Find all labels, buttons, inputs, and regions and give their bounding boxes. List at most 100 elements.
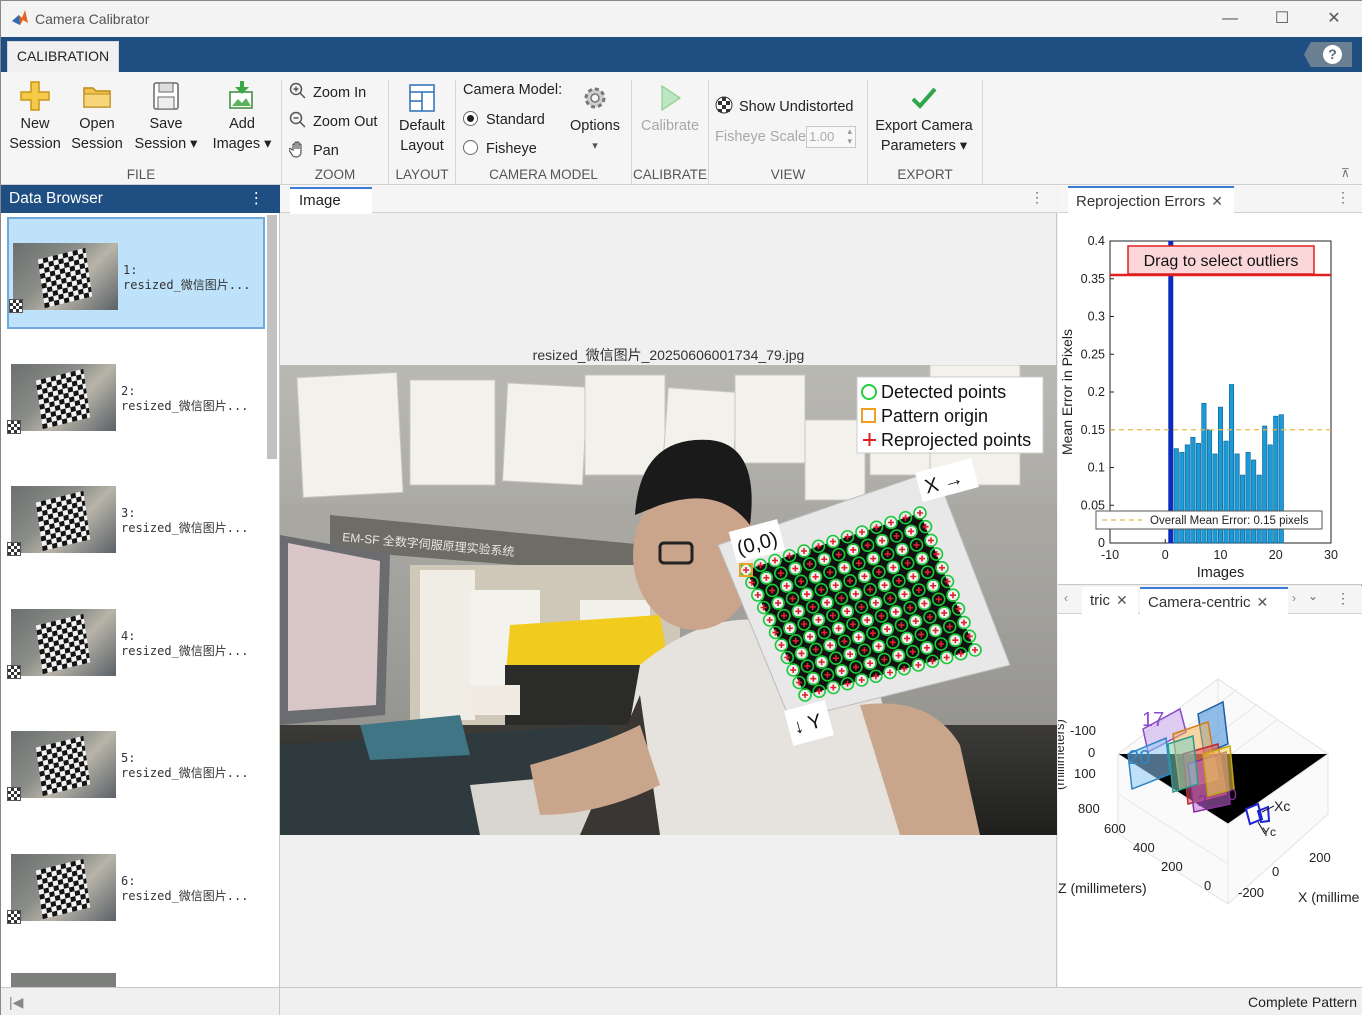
thumbnail-image (11, 853, 116, 921)
tab-reprojection-errors[interactable]: Reprojection Errors ✕ (1068, 186, 1234, 213)
export-camera-parameters-button[interactable]: Export Camera Parameters ▾ (871, 82, 977, 156)
close-icon[interactable]: ✕ (1257, 594, 1269, 610)
section-label-file: FILE (126, 167, 156, 182)
error-bar (1168, 240, 1174, 544)
new-session-icon (20, 81, 50, 111)
list-item[interactable]: 4: resized_微信图片... (7, 585, 265, 697)
new-session-button[interactable]: New Session (5, 80, 65, 154)
y-axis-label: (millimeters) (1058, 719, 1067, 790)
fisheye-scale-stepper[interactable]: 1.00 (806, 126, 857, 148)
list-item[interactable]: 6: resized_微信图片... (7, 830, 265, 942)
image-menu-icon[interactable]: ⋮ (1030, 189, 1044, 206)
list-item-name: resized_微信图片... (121, 766, 249, 780)
list-item[interactable]: 3: resized_微信图片... (7, 462, 265, 574)
list-item[interactable]: 2: resized_微信图片... (7, 340, 265, 452)
help-icon: ? (1323, 45, 1342, 64)
add-images-icon (229, 81, 253, 109)
zoom-in-button[interactable]: Zoom In (289, 82, 366, 101)
extrinsics-menu-icon[interactable]: ⋮ (1336, 590, 1350, 607)
checkerboard-icon (9, 299, 23, 313)
frame-label: 20 (1128, 747, 1150, 769)
zoom-out-button[interactable]: Zoom Out (289, 111, 377, 130)
toolstrip: New Session Open Session Save Session ▾ … (1, 72, 1362, 185)
scrollbar[interactable] (267, 215, 277, 459)
collapse-ribbon-icon[interactable]: ⊼ (1341, 166, 1350, 180)
maximize-icon[interactable]: ☐ (1267, 7, 1297, 31)
minimize-icon[interactable]: — (1215, 7, 1245, 31)
pan-button[interactable]: Pan (289, 140, 339, 159)
y-tick: 0 (1088, 745, 1095, 760)
list-item-label: 5: resized_微信图片... (121, 751, 248, 781)
tab-calibration[interactable]: CALIBRATION (7, 41, 119, 72)
zoom-in-icon (289, 82, 306, 99)
close-icon[interactable]: ✕ (1116, 592, 1128, 608)
thumbnail-image (11, 363, 116, 431)
checkerboard (35, 613, 91, 674)
fisheye-radio[interactable]: Fisheye (463, 140, 537, 157)
camera-axis-label: Xc (1274, 798, 1290, 814)
tab-pattern-centric[interactable]: tric ✕ (1082, 587, 1138, 614)
add-images-label-2: Images ▾ (212, 136, 272, 152)
legend-detected-points: Detected points (881, 382, 1006, 402)
list-item-index: 3: (121, 506, 136, 520)
y-tick-label: 0.05 (1081, 498, 1105, 512)
checkerboard (35, 735, 91, 797)
x-tick: 200 (1309, 850, 1331, 865)
list-item-name: resized_微信图片... (121, 521, 249, 535)
checkerboard-icon (7, 664, 21, 679)
checkerboard (37, 247, 93, 309)
status-text: Complete Pattern (1248, 994, 1357, 1010)
chevron-left-icon[interactable]: ‹ (1064, 591, 1068, 605)
options-button[interactable]: Options ▾ (565, 82, 625, 156)
status-bar: |◀ Complete Pattern (1, 987, 1362, 1015)
collapse-panel-icon[interactable]: |◀ (9, 994, 23, 1011)
checkerboard-icon (715, 96, 733, 114)
outlier-drag-label: Drag to select outliers (1144, 253, 1299, 270)
open-session-button[interactable]: Open Session (67, 80, 127, 154)
list-item[interactable]: 1: resized_微信图片... (7, 217, 265, 329)
fisheye-scale-label: Fisheye Scale (715, 128, 807, 145)
save-session-button[interactable]: Save Session ▾ (129, 80, 203, 154)
show-undistorted-button[interactable]: Show Undistorted (715, 96, 853, 115)
z-tick: 400 (1133, 840, 1155, 855)
reprojection-menu-icon[interactable]: ⋮ (1336, 189, 1350, 206)
standard-radio-dot[interactable] (463, 111, 478, 126)
section-label-calibrate: CALIBRATE (632, 167, 708, 182)
error-bar (1240, 474, 1246, 544)
layout-icon (409, 84, 435, 112)
zoom-out-label: Zoom Out (313, 114, 378, 130)
tab-image[interactable]: Image (290, 187, 372, 214)
data-browser-menu-icon[interactable]: ⋮ (249, 185, 265, 213)
z-tick: 600 (1104, 821, 1126, 836)
error-bar (1234, 453, 1240, 544)
error-bar (1251, 459, 1257, 544)
options-label: Options (570, 118, 620, 134)
add-images-button[interactable]: Add Images ▾ (205, 80, 279, 154)
separator (279, 988, 280, 1015)
legend-pattern-origin: Pattern origin (881, 406, 988, 426)
fisheye-radio-dot[interactable] (463, 140, 478, 155)
chevron-right-icon[interactable]: › (1292, 591, 1296, 605)
y-tick-label: 0.25 (1081, 347, 1105, 361)
data-browser: Data Browser ⋮ 1: resized_微信图片... 2: resi… (1, 185, 280, 987)
frame-label: 17 (1142, 709, 1164, 731)
y-tick-label: 0.4 (1088, 234, 1105, 248)
close-icon[interactable]: ✕ (1211, 193, 1223, 209)
y-tick-label: 0.1 (1088, 461, 1105, 475)
frame-label: 2 (1198, 793, 1207, 810)
default-layout-button[interactable]: Default Layout (393, 82, 451, 156)
calibrate-label: Calibrate (640, 118, 700, 134)
extrinsics-panel: ‹ tric ✕ Camera-centric ✕ › ⌄ ⋮ 17 20 2 … (1058, 586, 1362, 987)
x-tick-label: 20 (1269, 548, 1283, 562)
standard-radio[interactable]: Standard (463, 111, 545, 128)
tab-camera-centric[interactable]: Camera-centric ✕ (1140, 587, 1288, 614)
y-tick: -100 (1070, 723, 1096, 738)
list-item[interactable]: 5: resized_微信图片... (7, 707, 265, 819)
calibrate-button[interactable]: Calibrate (637, 82, 703, 136)
chevron-down-icon[interactable]: ⌄ (1308, 589, 1318, 603)
close-icon[interactable]: ✕ (1319, 7, 1349, 31)
help-button[interactable]: ? (1304, 42, 1352, 67)
thumbnail-image (13, 243, 118, 310)
export-label: Export Camera (875, 118, 973, 134)
section-label-view: VIEW (770, 167, 806, 182)
